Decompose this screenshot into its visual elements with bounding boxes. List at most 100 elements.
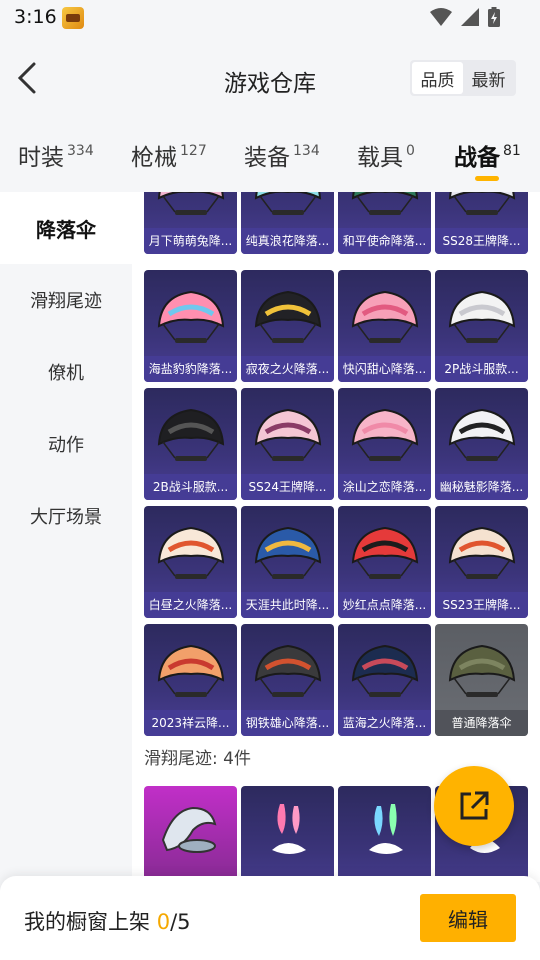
parachute-item[interactable]: 涂山之恋降落... bbox=[338, 388, 431, 500]
parachute-icon bbox=[254, 290, 321, 343]
sidebar: 降落伞 滑翔尾迹 僚机 动作 大厅场景 bbox=[0, 192, 132, 882]
item-name: 寂夜之火降落... bbox=[241, 356, 334, 382]
item-name: 普通降落伞 bbox=[435, 710, 528, 736]
item-name: 2023祥云降... bbox=[144, 710, 237, 736]
sort-by-quality[interactable]: 品质 bbox=[412, 62, 463, 94]
sidebar-item-lobby-scene[interactable]: 大厅场景 bbox=[0, 480, 132, 552]
parachute-item[interactable]: 妙红点点降落... bbox=[338, 506, 431, 618]
parachute-icon bbox=[448, 644, 515, 697]
share-button[interactable] bbox=[434, 766, 514, 846]
parachute-item[interactable]: 纯真浪花降落... bbox=[241, 192, 334, 254]
tab-equipment[interactable]: 装备 134 bbox=[244, 138, 320, 172]
tab-count: 0 bbox=[406, 143, 415, 159]
parachute-item[interactable]: 2B战斗服款... bbox=[144, 388, 237, 500]
tab-label: 装备 bbox=[244, 145, 290, 171]
item-name: SS28王牌降... bbox=[435, 228, 528, 254]
sidebar-item-wingman[interactable]: 僚机 bbox=[0, 336, 132, 408]
trail-item[interactable] bbox=[144, 786, 237, 882]
tab-label: 时装 bbox=[18, 145, 64, 171]
parachute-icon bbox=[448, 408, 515, 461]
trail-effect-icon bbox=[368, 804, 403, 854]
sidebar-item-emote[interactable]: 动作 bbox=[0, 408, 132, 480]
parachute-item[interactable]: 钢铁雄心降落... bbox=[241, 624, 334, 736]
parachute-item[interactable]: 2P战斗服款... bbox=[435, 270, 528, 382]
share-icon bbox=[460, 791, 489, 820]
showcase-shelf-status: 我的橱窗上架 0/5 bbox=[24, 906, 191, 936]
parachute-icon bbox=[448, 192, 515, 215]
item-name: 妙红点点降落... bbox=[338, 592, 431, 618]
parachute-icon bbox=[448, 290, 515, 343]
sidebar-item-parachute[interactable]: 降落伞 bbox=[0, 192, 132, 264]
parachute-item[interactable]: 天涯共此时降... bbox=[241, 506, 334, 618]
category-tabs: 时装 334 枪械 127 装备 134 载具 0 战备 81 bbox=[0, 120, 540, 192]
item-name: 蓝海之火降落... bbox=[338, 710, 431, 736]
item-name: 2P战斗服款... bbox=[435, 356, 528, 382]
parachute-icon bbox=[351, 644, 418, 697]
trail-item[interactable] bbox=[241, 786, 334, 882]
parachute-icon bbox=[351, 408, 418, 461]
parachute-icon bbox=[351, 526, 418, 579]
item-name: 钢铁雄心降落... bbox=[241, 710, 334, 736]
glide-trail-section-label: 滑翔尾迹: 4件 bbox=[144, 749, 251, 769]
showcase-label: 我的橱窗上架 bbox=[24, 910, 150, 934]
item-name: SS23王牌降... bbox=[435, 592, 528, 618]
item-name: 2B战斗服款... bbox=[144, 474, 237, 500]
tab-weapons[interactable]: 枪械 127 bbox=[131, 138, 207, 172]
tab-count: 127 bbox=[180, 143, 207, 159]
parachute-item[interactable]: 普通降落伞 bbox=[435, 624, 528, 736]
parachute-icon bbox=[254, 408, 321, 461]
item-name: 海盐豹豹降落... bbox=[144, 356, 237, 382]
parachute-item[interactable]: 蓝海之火降落... bbox=[338, 624, 431, 736]
tab-battle-prep[interactable]: 战备 81 bbox=[454, 138, 521, 172]
status-icons bbox=[430, 7, 500, 27]
parachute-item[interactable]: 海盐豹豹降落... bbox=[144, 270, 237, 382]
item-name: 天涯共此时降... bbox=[241, 592, 334, 618]
status-time: 3:16 bbox=[14, 6, 57, 28]
showcase-current-count: 0 bbox=[156, 910, 171, 934]
parachute-item[interactable]: SS24王牌降... bbox=[241, 388, 334, 500]
sort-toggle[interactable]: 品质 最新 bbox=[410, 60, 516, 96]
item-name: SS24王牌降... bbox=[241, 474, 334, 500]
item-name: 快闪甜心降落... bbox=[338, 356, 431, 382]
parachute-icon bbox=[157, 192, 224, 215]
parachute-icon bbox=[157, 644, 224, 697]
parachute-item[interactable]: SS23王牌降... bbox=[435, 506, 528, 618]
parachute-item[interactable]: 寂夜之火降落... bbox=[241, 270, 334, 382]
parachute-item[interactable]: 和平使命降落... bbox=[338, 192, 431, 254]
wifi-icon bbox=[430, 8, 452, 26]
parachute-item[interactable]: 幽秘魅影降落... bbox=[435, 388, 528, 500]
trail-effect-icon bbox=[271, 804, 306, 854]
parachute-icon bbox=[351, 290, 418, 343]
tab-count: 334 bbox=[67, 143, 94, 159]
item-name: 月下萌萌兔降... bbox=[144, 228, 237, 254]
parachute-item[interactable]: 2023祥云降... bbox=[144, 624, 237, 736]
tab-label: 载具 bbox=[357, 145, 403, 171]
app-notification-icon bbox=[62, 7, 84, 29]
parachute-icon bbox=[254, 526, 321, 579]
parachute-icon bbox=[254, 644, 321, 697]
item-name: 纯真浪花降落... bbox=[241, 228, 334, 254]
tab-label: 枪械 bbox=[131, 145, 177, 171]
trail-item[interactable] bbox=[338, 786, 431, 882]
item-name: 白昼之火降落... bbox=[144, 592, 237, 618]
parachute-icon bbox=[157, 408, 224, 461]
status-bar: 3:16 bbox=[0, 0, 540, 36]
item-name: 和平使命降落... bbox=[338, 228, 431, 254]
tab-fashion[interactable]: 时装 334 bbox=[18, 138, 94, 172]
parachute-item[interactable]: 快闪甜心降落... bbox=[338, 270, 431, 382]
sort-by-newest[interactable]: 最新 bbox=[463, 62, 514, 94]
parachute-item[interactable]: 白昼之火降落... bbox=[144, 506, 237, 618]
glider-icon bbox=[161, 806, 216, 853]
tab-vehicles[interactable]: 载具 0 bbox=[357, 138, 415, 172]
tab-label: 战备 bbox=[454, 145, 500, 171]
tab-count: 134 bbox=[293, 143, 320, 159]
bottom-bar: 我的橱窗上架 0/5 编辑 bbox=[0, 876, 540, 960]
edit-button[interactable]: 编辑 bbox=[420, 894, 516, 942]
parachute-icon bbox=[351, 192, 418, 215]
sidebar-item-glide-trail[interactable]: 滑翔尾迹 bbox=[0, 264, 132, 336]
parachute-icon bbox=[157, 526, 224, 579]
parachute-item[interactable]: SS28王牌降... bbox=[435, 192, 528, 254]
item-name: 幽秘魅影降落... bbox=[435, 474, 528, 500]
parachute-item[interactable]: 月下萌萌兔降... bbox=[144, 192, 237, 254]
parachute-icon bbox=[157, 290, 224, 343]
